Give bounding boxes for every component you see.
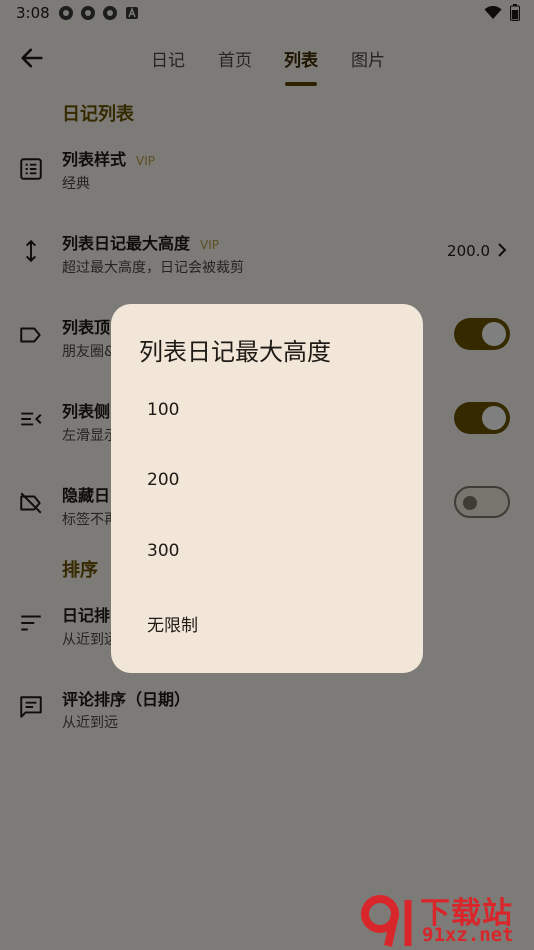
option-100[interactable]: 100 (147, 400, 179, 420)
watermark-logo-icon (361, 895, 412, 947)
site-watermark: 下载站 91xz.net (358, 892, 528, 948)
option-200[interactable]: 200 (147, 470, 179, 490)
option-unlimited[interactable]: 无限制 (147, 611, 198, 636)
option-300[interactable]: 300 (147, 541, 179, 561)
dialog-title: 列表日记最大高度 (139, 338, 331, 366)
watermark-url: 91xz.net (422, 924, 514, 946)
max-height-dialog: 列表日记最大高度 100 200 300 无限制 (111, 304, 423, 673)
